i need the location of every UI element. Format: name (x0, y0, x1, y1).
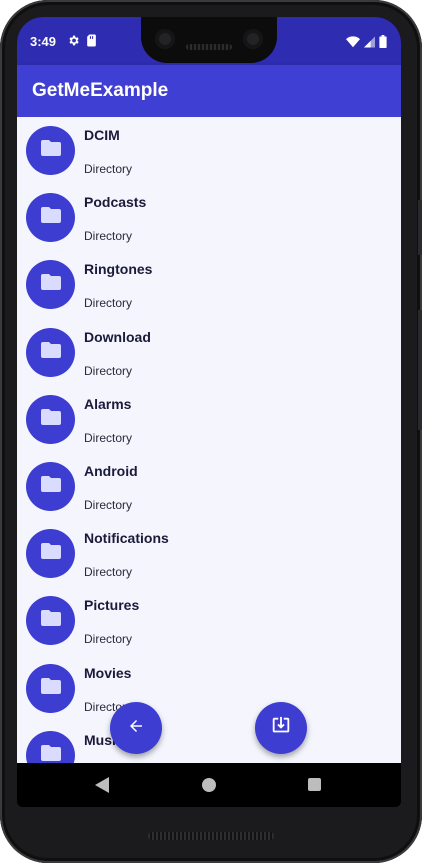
item-subtitle: Directory (84, 430, 133, 445)
folder-icon (40, 543, 61, 564)
list-item-movies[interactable]: Movies Directory (17, 655, 401, 722)
list-item-pictures[interactable]: Pictures Directory (17, 587, 401, 654)
list-item-dcim[interactable]: DCIM Directory (17, 117, 401, 184)
folder-avatar (26, 126, 75, 175)
list-item-download[interactable]: Download Directory (17, 319, 401, 386)
directory-list[interactable]: DCIM Directory Podcasts Directory Ringto… (17, 117, 401, 763)
folder-icon (40, 341, 61, 363)
back-fab-button[interactable] (110, 702, 162, 754)
item-title: Download (84, 328, 151, 345)
folder-icon (40, 610, 61, 631)
folder-avatar (26, 461, 75, 511)
volume-button (418, 310, 422, 430)
item-subtitle: Directory (84, 632, 133, 647)
item-subtitle: Directory (84, 363, 133, 378)
bottom-speaker-grille (148, 832, 274, 840)
item-subtitle: Directory (84, 497, 133, 512)
power-button (418, 200, 422, 255)
item-subtitle: Directory (84, 162, 133, 176)
folder-avatar (26, 730, 75, 763)
folder-avatar (26, 394, 75, 444)
folder-icon (40, 140, 61, 161)
folder-icon (40, 408, 61, 430)
list-item-android[interactable]: Android Directory (17, 453, 401, 520)
item-title: Android (84, 462, 138, 479)
folder-icon (40, 207, 61, 228)
app-title: GetMeExample (32, 80, 169, 101)
item-title: Movies (84, 664, 132, 681)
item-title: Notifications (84, 530, 169, 547)
item-title: DCIM (84, 127, 120, 143)
item-title: Alarms (84, 395, 132, 412)
battery-icon (379, 35, 387, 53)
folder-avatar (26, 193, 75, 243)
folder-icon (40, 677, 61, 699)
arrow-left-icon (127, 717, 145, 740)
folder-avatar (26, 260, 75, 310)
item-title: Podcasts (84, 194, 147, 211)
nav-back-icon[interactable] (95, 777, 109, 798)
item-subtitle: Directory (84, 565, 133, 580)
status-time: 3:49 (30, 34, 57, 49)
system-nav-bar (17, 763, 401, 807)
download-tray-icon (270, 715, 292, 742)
list-item-podcasts[interactable]: Podcasts Directory (17, 184, 401, 251)
wifi-icon (346, 35, 360, 53)
list-item-music[interactable]: Music Directory (17, 722, 401, 763)
list-item-notifications[interactable]: Notifications Directory (17, 520, 401, 587)
nav-home-icon[interactable] (202, 778, 216, 792)
phone-frame: 3:49 GetMeExample DCIM Directory Podcast… (0, 0, 422, 863)
folder-icon (40, 744, 61, 763)
earpiece-speaker (186, 44, 232, 50)
folder-icon (40, 475, 61, 497)
item-subtitle: Directory (84, 296, 133, 311)
front-camera (243, 29, 263, 49)
nav-recents-icon[interactable] (308, 778, 321, 791)
list-item-ringtones[interactable]: Ringtones Directory (17, 251, 401, 318)
signal-icon (364, 35, 375, 53)
device-screen: 3:49 GetMeExample DCIM Directory Podcast… (17, 17, 401, 807)
item-title: Ringtones (84, 261, 153, 278)
gear-icon (67, 34, 80, 52)
list-item-alarms[interactable]: Alarms Directory (17, 386, 401, 453)
folder-avatar (26, 327, 75, 377)
download-fab-button[interactable] (255, 702, 307, 754)
folder-avatar (26, 663, 75, 713)
front-camera (155, 29, 175, 49)
folder-avatar (26, 596, 75, 646)
item-subtitle: Directory (84, 229, 133, 244)
folder-avatar (26, 529, 75, 579)
app-bar: GetMeExample (17, 65, 401, 117)
folder-icon (40, 274, 61, 295)
sd-card-icon (86, 34, 97, 52)
item-title: Pictures (84, 597, 140, 614)
camera-notch (141, 17, 277, 63)
